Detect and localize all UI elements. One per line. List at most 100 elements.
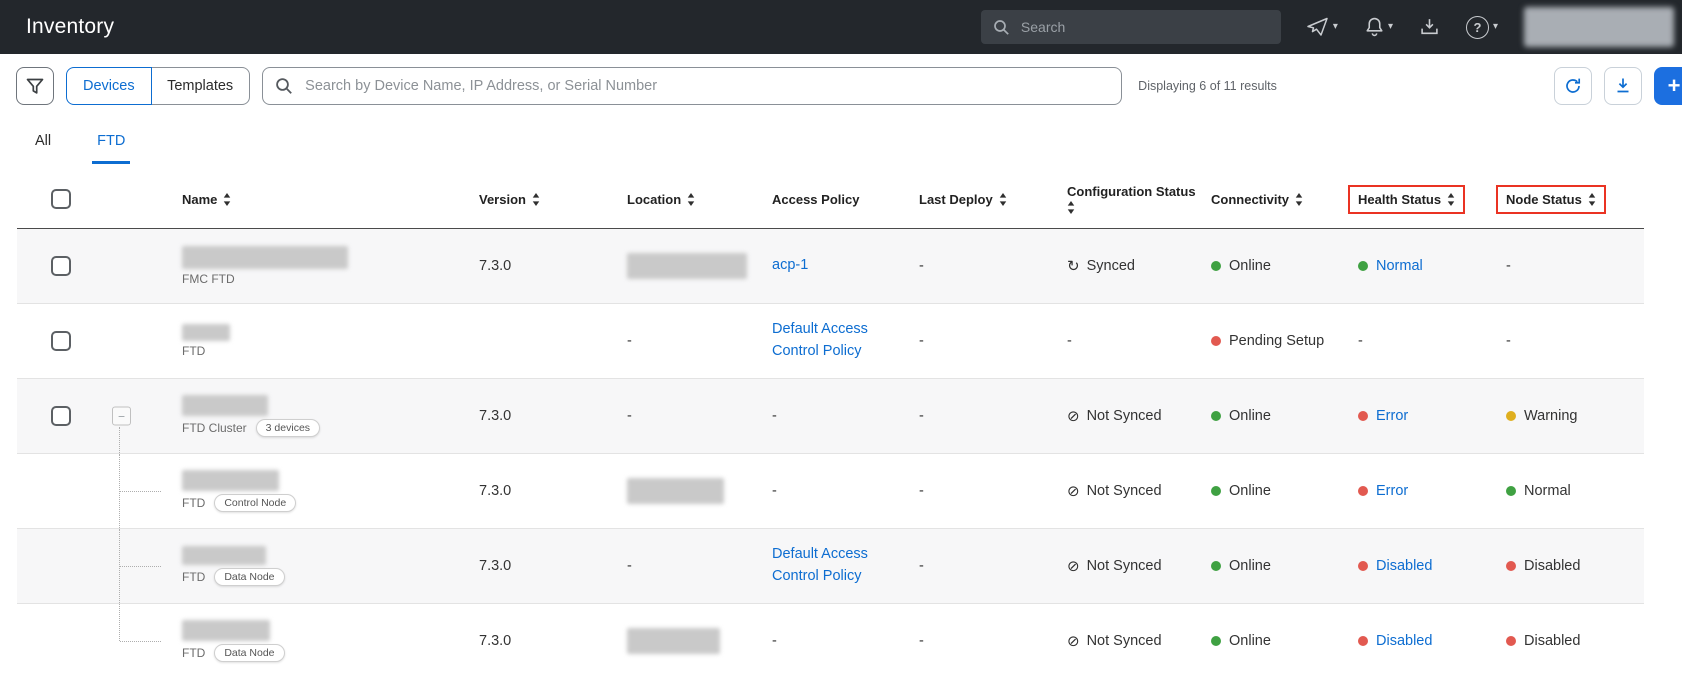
node-status-cell: Disabled <box>1506 633 1644 649</box>
health-status-link[interactable]: Disabled <box>1376 633 1432 649</box>
help-icon: ? <box>1466 16 1489 39</box>
health-status-link[interactable]: Error <box>1376 483 1408 499</box>
status-dot <box>1211 486 1221 496</box>
refresh-button[interactable] <box>1554 67 1592 105</box>
devices-tab-button[interactable]: Devices <box>66 67 152 105</box>
deploy-tray-icon <box>1420 18 1439 36</box>
column-header-version[interactable]: Version <box>479 192 627 207</box>
announcements-menu[interactable]: ▾ <box>1307 17 1338 37</box>
config-status-cell: ⊘ Not Synced <box>1067 482 1211 500</box>
location-cell <box>627 253 772 279</box>
connectivity-cell: Online <box>1211 258 1358 274</box>
connectivity-label: Online <box>1229 408 1271 424</box>
location-cell <box>627 628 772 654</box>
help-menu[interactable]: ? ▾ <box>1466 16 1498 39</box>
device-type-label: FTD Cluster <box>182 421 247 435</box>
row-checkbox[interactable] <box>51 331 71 351</box>
sort-icon[interactable] <box>223 193 231 206</box>
column-header-health-status[interactable]: Health Status <box>1358 185 1506 214</box>
device-row: FTD - Default Access Control Policy - - … <box>17 304 1644 379</box>
column-header-connectivity[interactable]: Connectivity <box>1211 192 1358 207</box>
sort-icon[interactable] <box>687 193 695 206</box>
connectivity-cell: Pending Setup <box>1211 333 1358 349</box>
templates-tab-button[interactable]: Templates <box>150 67 250 105</box>
device-type-label: FTD <box>182 344 205 358</box>
not-synced-icon: ⊘ <box>1067 557 1080 575</box>
access-policy-link[interactable]: acp-1 <box>772 255 808 277</box>
access-policy-cell: Default Access Control Policy <box>772 319 919 363</box>
inventory-table: Name Version Location Access Policy Last… <box>17 170 1644 677</box>
column-label: Access Policy <box>772 192 859 207</box>
chevron-down-icon: ▾ <box>1493 22 1498 32</box>
column-header-last-deploy[interactable]: Last Deploy <box>919 192 1067 207</box>
node-status-cell: Warning <box>1506 408 1644 424</box>
notifications-menu[interactable]: ▾ <box>1365 17 1393 37</box>
sort-icon[interactable] <box>1447 193 1455 206</box>
global-search-input[interactable] <box>1019 18 1269 36</box>
sort-icon[interactable] <box>999 193 1007 206</box>
status-dot <box>1211 411 1221 421</box>
device-type-tabs: All FTD <box>0 118 1682 164</box>
page-title: Inventory <box>26 15 114 39</box>
connectivity-label: Online <box>1229 558 1271 574</box>
tree-line <box>120 641 161 642</box>
access-policy-link[interactable]: Default Access Control Policy <box>772 544 884 588</box>
version-cell: 7.3.0 <box>479 558 627 574</box>
health-status-link[interactable]: Error <box>1376 408 1408 424</box>
synced-icon: ↻ <box>1067 257 1080 275</box>
column-label: Node Status <box>1506 192 1582 207</box>
sort-icon[interactable] <box>532 193 540 206</box>
health-status-link[interactable]: Disabled <box>1376 558 1432 574</box>
status-dot <box>1506 411 1516 421</box>
tree-line <box>119 604 120 641</box>
inventory-toolbar: Devices Templates Displaying 6 of 11 res… <box>0 54 1682 118</box>
sort-icon[interactable] <box>1295 193 1303 206</box>
select-all-checkbox[interactable] <box>51 189 71 209</box>
device-type-label: FMC FTD <box>182 272 235 286</box>
last-deploy-cell: - <box>919 408 1067 424</box>
sort-icon[interactable] <box>1588 193 1596 206</box>
deployment-button[interactable] <box>1420 18 1439 36</box>
health-status-cell: Normal <box>1358 258 1506 274</box>
status-dot <box>1358 261 1368 271</box>
toolbar-right-actions: + <box>1554 67 1682 105</box>
filter-button[interactable] <box>16 67 54 105</box>
last-deploy-cell: - <box>919 633 1067 649</box>
row-checkbox[interactable] <box>51 406 71 426</box>
topbar-icon-group: ▾ ▾ ? ▾ <box>1307 16 1498 39</box>
row-checkbox[interactable] <box>51 256 71 276</box>
health-status-cell: Disabled <box>1358 633 1506 649</box>
announcements-icon <box>1307 17 1329 37</box>
control-node-badge: Control Node <box>214 494 296 512</box>
connectivity-cell: Online <box>1211 558 1358 574</box>
status-dot <box>1506 561 1516 571</box>
health-status-cell: - <box>1358 333 1506 349</box>
device-type-label: FTD <box>182 570 205 584</box>
tab-all[interactable]: All <box>30 133 56 164</box>
column-header-configuration-status[interactable]: Configuration Status <box>1067 184 1211 214</box>
tree-line <box>119 427 120 453</box>
node-status-label: Normal <box>1524 483 1571 499</box>
global-search[interactable] <box>981 10 1281 44</box>
redacted-user-account[interactable] <box>1524 7 1674 47</box>
connectivity-cell: Online <box>1211 483 1358 499</box>
tab-ftd[interactable]: FTD <box>92 133 130 164</box>
refresh-icon <box>1564 77 1582 95</box>
health-status-link[interactable]: Normal <box>1376 258 1423 274</box>
collapse-expander-icon[interactable]: − <box>112 407 131 426</box>
column-header-name[interactable]: Name <box>169 192 479 207</box>
access-policy-cell: acp-1 <box>772 255 919 277</box>
device-count-badge: 3 devices <box>256 419 320 437</box>
location-cell: - <box>627 333 772 349</box>
access-policy-link[interactable]: Default Access Control Policy <box>772 319 884 363</box>
device-type-label: FTD <box>182 496 205 510</box>
device-search[interactable] <box>262 67 1122 105</box>
add-device-button[interactable]: + <box>1654 67 1682 105</box>
config-status-label: - <box>1067 333 1072 349</box>
sort-icon[interactable] <box>1067 201 1075 214</box>
column-header-location[interactable]: Location <box>627 192 772 207</box>
chevron-down-icon: ▾ <box>1388 22 1393 32</box>
download-button[interactable] <box>1604 67 1642 105</box>
column-header-node-status[interactable]: Node Status <box>1506 185 1644 214</box>
device-search-input[interactable] <box>303 77 1109 95</box>
